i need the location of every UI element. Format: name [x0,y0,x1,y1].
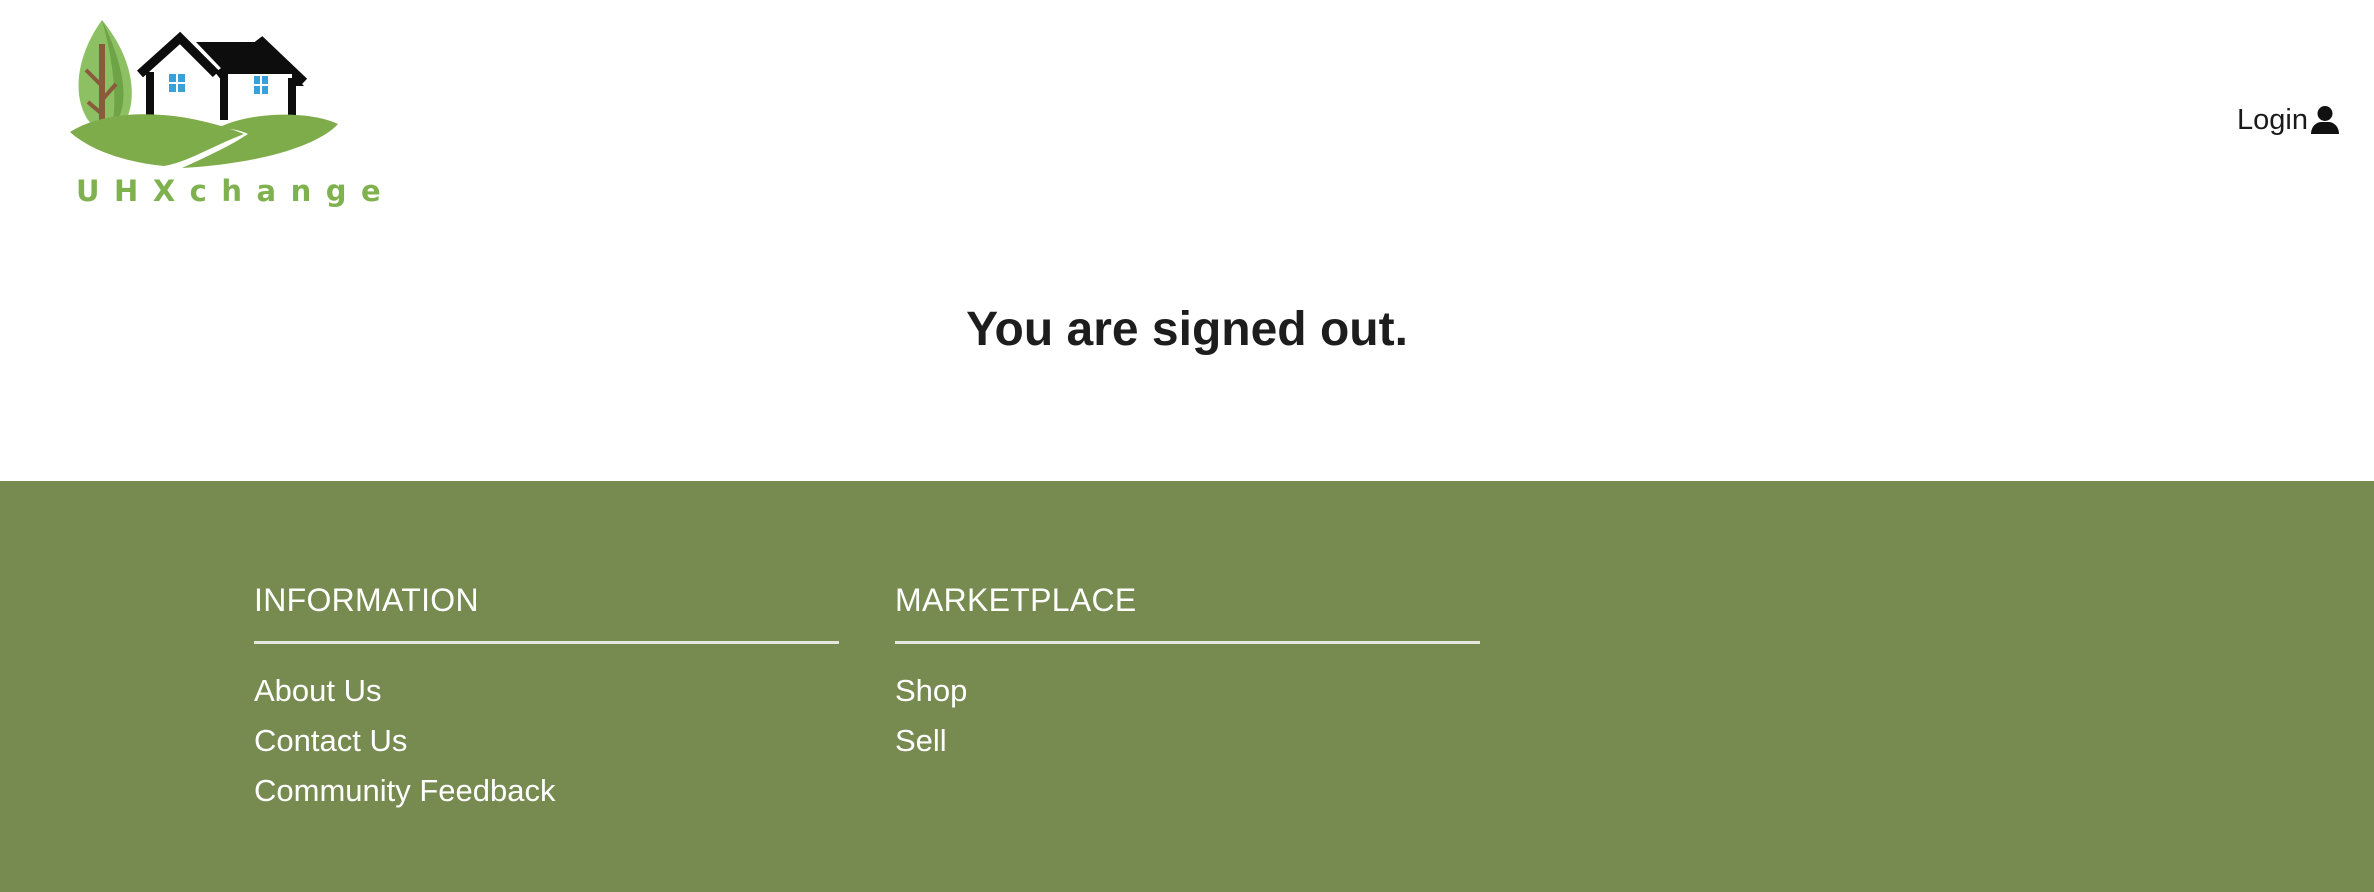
footer-link-contact-us[interactable]: Contact Us [254,716,839,766]
main-content: You are signed out. [0,240,2374,481]
logo-wordmark: UHXchange [76,174,396,208]
footer-link-community-feedback[interactable]: Community Feedback [254,766,839,816]
footer-divider [895,641,1480,644]
user-icon [2310,105,2340,135]
house-logo-icon [70,20,338,168]
footer-marketplace-heading: MARKETPLACE [895,582,1137,618]
site-footer: INFORMATION About Us Contact Us Communit… [0,481,2374,892]
site-header: UHXchange Login [0,0,2374,240]
login-label: Login [2237,104,2308,136]
login-link[interactable]: Login [2237,100,2340,140]
site-logo[interactable]: UHXchange [68,16,381,212]
footer-marketplace-links: Shop Sell [895,666,1480,766]
footer-information-heading: INFORMATION [254,582,479,618]
footer-link-about-us[interactable]: About Us [254,666,839,716]
footer-link-sell[interactable]: Sell [895,716,1480,766]
footer-link-shop[interactable]: Shop [895,666,1480,716]
footer-marketplace-column: MARKETPLACE Shop Sell [895,578,1480,766]
page: UHXchange Login You are signed out. INFO… [0,0,2374,892]
footer-information-column: INFORMATION About Us Contact Us Communit… [254,578,839,816]
signed-out-message: You are signed out. [966,303,1408,356]
footer-information-links: About Us Contact Us Community Feedback [254,666,839,816]
footer-divider [254,641,839,644]
